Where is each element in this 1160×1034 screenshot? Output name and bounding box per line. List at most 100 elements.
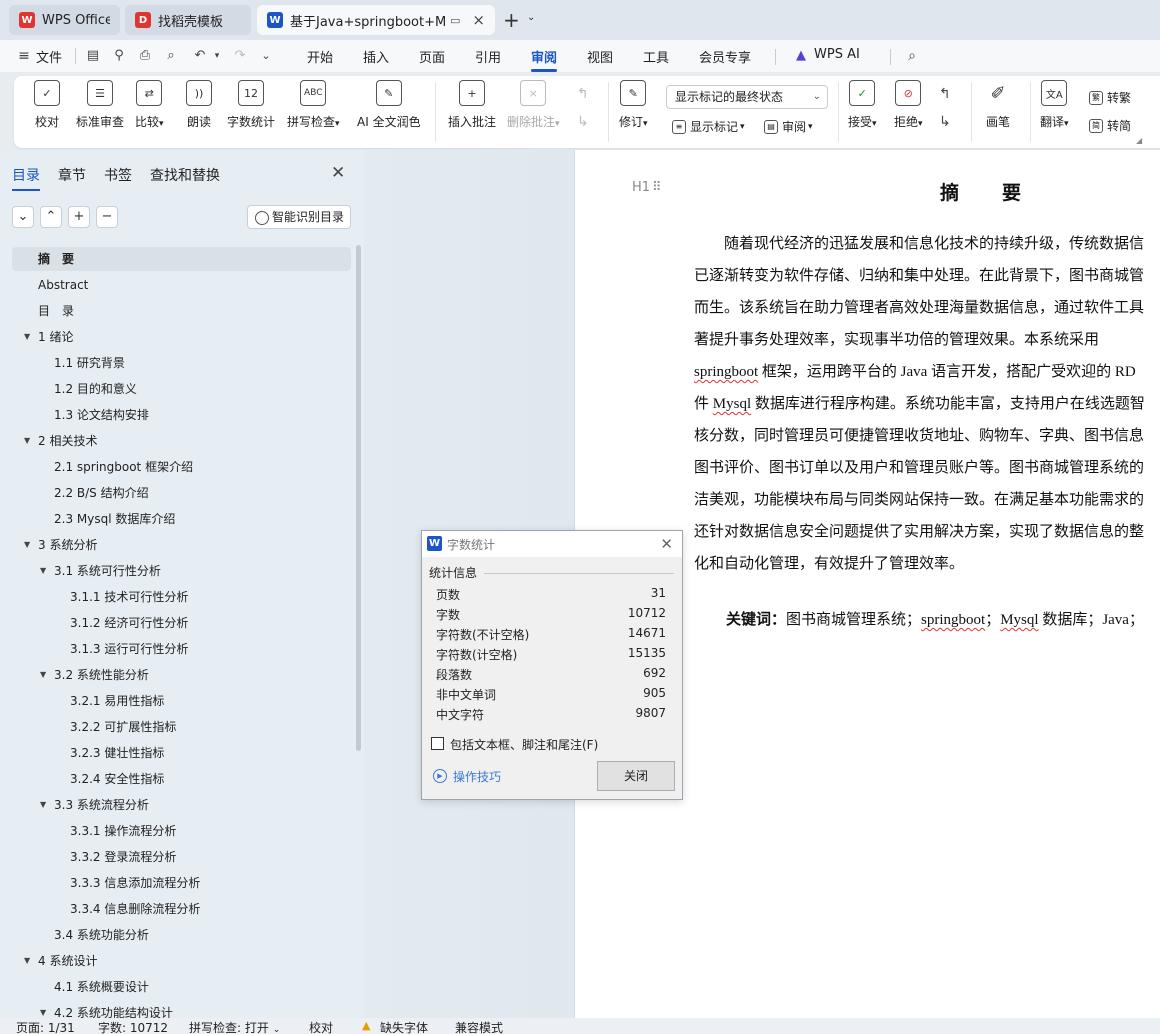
previous-comment-icon[interactable]: ↰ xyxy=(577,86,589,102)
toc-item[interactable]: 1 绪论 xyxy=(38,325,73,349)
review-pane-button[interactable]: ▤ 审阅 ▾ xyxy=(764,118,813,135)
toc-item[interactable]: 3.3 系统流程分析 xyxy=(54,793,149,817)
toc-item[interactable]: 3 系统分析 xyxy=(38,533,97,557)
menu-member[interactable]: 会员专享 xyxy=(699,47,751,66)
search-icon[interactable]: ⌕ xyxy=(904,48,920,64)
toc-item[interactable]: 3.4 系统功能分析 xyxy=(54,923,149,947)
toc-collapse-arrow-icon[interactable]: ▼ xyxy=(24,533,30,557)
save-icon[interactable]: ▤ xyxy=(85,48,101,64)
toc-item[interactable]: 2 相关技术 xyxy=(38,429,97,453)
print-preview-icon[interactable]: ⌕ xyxy=(163,48,179,64)
menu-review[interactable]: 审阅 xyxy=(531,47,558,72)
standard-review-button[interactable]: ☰ 标准审查 xyxy=(76,80,124,130)
toc-collapse-arrow-icon[interactable]: ▼ xyxy=(24,429,30,453)
toc-item[interactable]: 3.2.3 健壮性指标 xyxy=(70,741,164,765)
accept-button[interactable]: ✓ 接受▾ xyxy=(848,80,877,130)
include-textbox-checkbox[interactable] xyxy=(431,737,444,750)
toc-item[interactable]: 2.1 springboot 框架介绍 xyxy=(54,455,193,479)
tips-link[interactable]: 操作技巧 xyxy=(453,768,501,785)
toc-item[interactable]: 1.3 论文结构安排 xyxy=(54,403,149,427)
toc-scrollbar[interactable] xyxy=(356,245,361,751)
proofread-button[interactable]: ✓ 校对 xyxy=(34,80,60,130)
close-icon[interactable]: ✕ xyxy=(660,535,673,553)
share-icon[interactable]: ⚲ xyxy=(111,48,127,64)
redo-icon[interactable]: ↷ xyxy=(232,48,248,64)
toc-collapse-arrow-icon[interactable]: ▼ xyxy=(24,325,30,349)
status-word-count[interactable]: 字数: 10712 xyxy=(98,1019,168,1034)
toc-collapse-arrow-icon[interactable]: ▼ xyxy=(40,793,46,817)
nav-tab-toc[interactable]: 目录 xyxy=(12,165,40,191)
toc-item[interactable]: 3.1.2 经济可行性分析 xyxy=(70,611,188,635)
toc-item[interactable]: 3.2 系统性能分析 xyxy=(54,663,149,687)
previous-change-icon[interactable]: ↰ xyxy=(939,86,951,102)
menu-tools[interactable]: 工具 xyxy=(643,47,669,66)
new-tab-icon[interactable]: + xyxy=(503,8,520,32)
pen-button[interactable]: ✐ 画笔 xyxy=(985,80,1011,130)
read-aloud-button[interactable]: )) 朗读 xyxy=(186,80,212,130)
toc-item[interactable]: 4 系统设计 xyxy=(38,949,97,973)
toc-item[interactable]: 2.3 Mysql 数据库介绍 xyxy=(54,507,175,531)
menu-home[interactable]: 开始 xyxy=(307,47,333,66)
markup-mode-select[interactable]: 显示标记的最终状态 ⌄ xyxy=(666,85,828,109)
reject-button[interactable]: ⊘ 拒绝▾ xyxy=(894,80,923,130)
close-tab-icon[interactable]: × xyxy=(472,11,485,29)
toc-item[interactable]: 3.3.4 信息删除流程分析 xyxy=(70,897,200,921)
next-change-icon[interactable]: ↳ xyxy=(939,114,951,130)
undo-icon[interactable]: ↶ xyxy=(192,48,208,64)
show-markup-button[interactable]: ≡ 显示标记 ▾ xyxy=(672,118,745,135)
toc-collapse-arrow-icon[interactable]: ▼ xyxy=(40,559,46,583)
collapse-up-button[interactable]: ⌃ xyxy=(40,206,62,228)
toc-item[interactable]: Abstract xyxy=(38,273,88,297)
toc-item[interactable]: 1.2 目的和意义 xyxy=(54,377,137,401)
menu-wps-ai[interactable]: WPS AI xyxy=(814,47,860,62)
menu-page[interactable]: 页面 xyxy=(419,47,445,66)
nav-tab-bookmarks[interactable]: 书签 xyxy=(104,165,132,185)
undo-dropdown-icon[interactable]: ▾ xyxy=(209,48,225,64)
more-icon[interactable]: ⌄ xyxy=(258,48,274,64)
expand-down-button[interactable]: ⌄ xyxy=(12,206,34,228)
word-count-button[interactable]: 12 字数统计 xyxy=(227,80,275,130)
chevron-down-icon[interactable]: ⌄ xyxy=(527,12,535,23)
dialog-titlebar[interactable]: W 字数统计 ✕ xyxy=(422,531,682,557)
print-icon[interactable]: ⎙ xyxy=(137,48,153,64)
nav-tab-chapters[interactable]: 章节 xyxy=(58,165,86,185)
remove-heading-button[interactable]: − xyxy=(96,206,118,228)
toc-item[interactable]: 目 录 xyxy=(38,299,74,323)
drag-handle-icon[interactable]: ⠿ xyxy=(652,180,662,195)
toc-item[interactable]: 2.2 B/S 结构介绍 xyxy=(54,481,149,505)
ribbon-expand-icon[interactable]: ◢ xyxy=(1136,136,1142,145)
toc-item[interactable]: 3.3.1 操作流程分析 xyxy=(70,819,176,843)
toc-collapse-arrow-icon[interactable]: ▼ xyxy=(40,663,46,687)
toc-item[interactable]: 3.1.3 运行可行性分析 xyxy=(70,637,188,661)
toc-item[interactable]: 3.2.4 安全性指标 xyxy=(70,767,164,791)
menu-references[interactable]: 引用 xyxy=(475,47,501,66)
to-simplified-button[interactable]: 简 转简 xyxy=(1089,117,1131,134)
toc-item[interactable]: 1.1 研究背景 xyxy=(54,351,125,375)
delete-comment-button[interactable]: × 删除批注▾ xyxy=(507,80,560,130)
spell-check-button[interactable]: ABC 拼写检查▾ xyxy=(287,80,340,130)
to-traditional-button[interactable]: 繁 转繁 xyxy=(1089,89,1131,106)
menu-file[interactable]: 文件 xyxy=(36,47,62,66)
status-proofread[interactable]: 校对 xyxy=(309,1019,333,1034)
toc-item[interactable]: 3.1.1 技术可行性分析 xyxy=(70,585,188,609)
insert-comment-button[interactable]: + 插入批注 xyxy=(448,80,496,130)
menu-insert[interactable]: 插入 xyxy=(363,47,389,66)
compare-button[interactable]: ⇄ 比较▾ xyxy=(135,80,164,130)
status-missing-font[interactable]: 缺失字体 xyxy=(380,1019,428,1034)
track-changes-button[interactable]: ✎ 修订▾ xyxy=(619,80,648,130)
status-page[interactable]: 页面: 1/31 xyxy=(16,1019,75,1034)
toc-item[interactable]: 4.1 系统概要设计 xyxy=(54,975,149,999)
nav-tab-find-replace[interactable]: 查找和替换 xyxy=(150,165,220,185)
smart-toc-button[interactable]: 智能识别目录 xyxy=(247,205,351,229)
status-spell-check[interactable]: 拼写检查: 打开 ⌄ xyxy=(189,1019,280,1034)
toc-collapse-arrow-icon[interactable]: ▼ xyxy=(24,949,30,973)
toc-item[interactable]: 3.2.2 可扩展性指标 xyxy=(70,715,176,739)
toc-item[interactable]: 3.3.2 登录流程分析 xyxy=(70,845,176,869)
add-heading-button[interactable]: + xyxy=(68,206,90,228)
toc-item[interactable]: 摘 要 xyxy=(38,247,74,271)
hamburger-icon[interactable]: ≡ xyxy=(16,48,32,64)
toc-item[interactable]: 3.2.1 易用性指标 xyxy=(70,689,164,713)
close-panel-icon[interactable]: ✕ xyxy=(331,163,345,183)
tab-document[interactable]: W 基于Java+springboot+MyS ▭ × xyxy=(257,5,495,35)
translate-button[interactable]: 文A 翻译▾ xyxy=(1040,80,1069,130)
